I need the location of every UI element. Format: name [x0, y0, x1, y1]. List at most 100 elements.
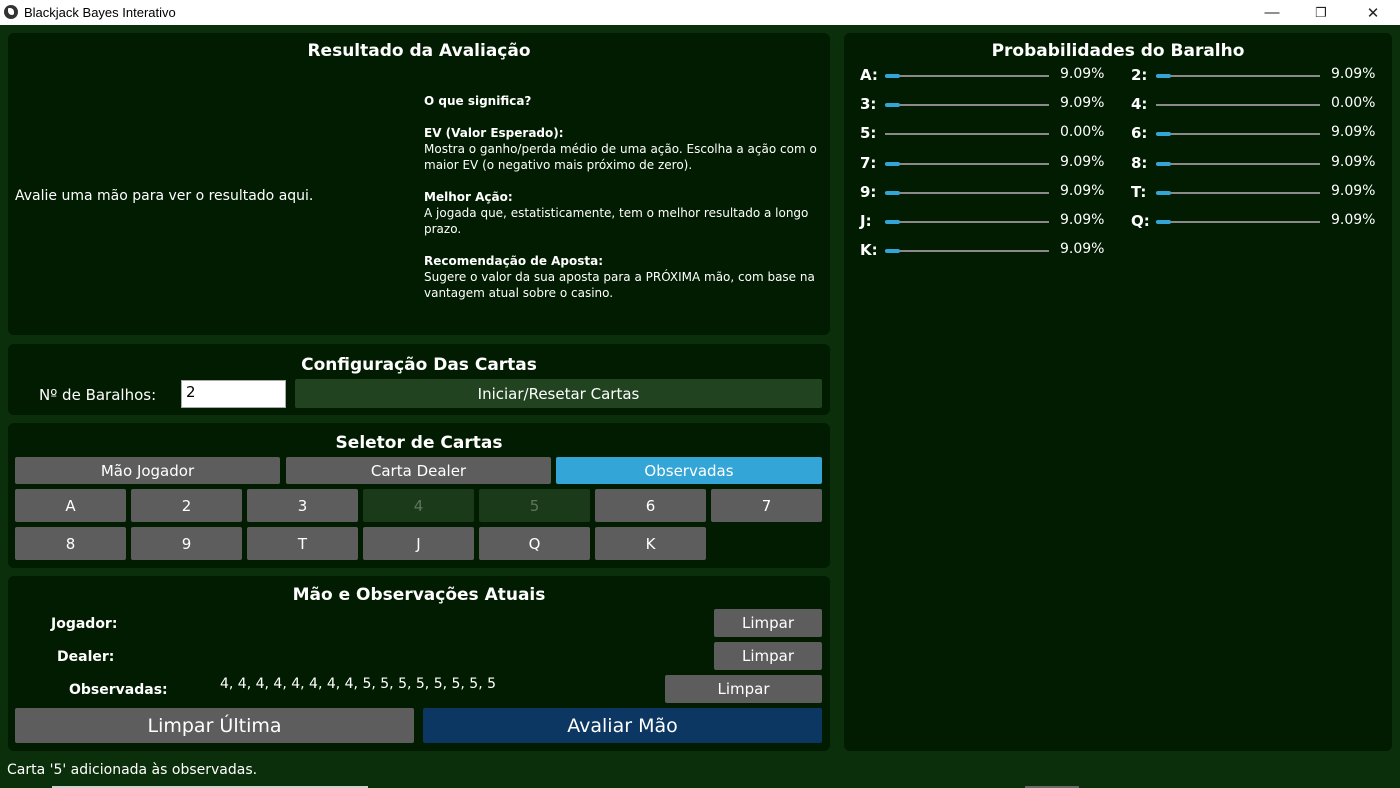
card-selector-panel: Seletor de Cartas Mão Jogador Carta Deal…	[8, 423, 830, 568]
reset-cards-button[interactable]: Iniciar/Resetar Cartas	[295, 379, 822, 408]
probability-bar	[1156, 190, 1320, 195]
probability-value: 9.09%	[1331, 124, 1376, 141]
ev-text: Mostra o ganho/perda médio de uma ação. …	[424, 142, 817, 172]
ev-title: EV (Valor Esperado):	[424, 126, 564, 140]
probability-value: 9.09%	[1060, 212, 1105, 228]
minimize-icon[interactable]: —	[1249, 0, 1295, 25]
card-button-2[interactable]: 2	[131, 489, 242, 522]
probability-row: Q: 9.09%	[1131, 212, 1391, 232]
probability-value: 0.00%	[1060, 124, 1105, 141]
probability-bar	[1156, 74, 1320, 78]
probability-bar	[885, 220, 1049, 224]
undo-last-button[interactable]: Limpar Última	[15, 708, 414, 743]
best-action-text: A jogada que, estatisticamente, tem o me…	[424, 206, 809, 236]
probability-card-label: K:	[860, 241, 878, 260]
observed-cards: 4, 4, 4, 4, 4, 4, 4, 4, 5, 5, 5, 5, 5, 5…	[220, 676, 497, 692]
card-button-7[interactable]: 7	[711, 489, 822, 522]
probability-value: 9.09%	[1060, 241, 1105, 258]
decks-input[interactable]: 2	[181, 380, 286, 408]
observed-label: Observadas:	[69, 682, 168, 698]
probability-card-label: T:	[1131, 182, 1147, 201]
hand-title: Mão e Observações Atuais	[292, 585, 546, 605]
bet-text: Sugere o valor da sua aposta para a PRÓX…	[424, 270, 815, 300]
probability-bar	[885, 190, 1049, 195]
dealer-label: Dealer:	[57, 649, 115, 665]
probability-card-label: 8:	[1131, 153, 1148, 172]
player-label: Jogador:	[51, 616, 118, 632]
probability-bar-fill	[885, 220, 900, 224]
probabilities-title: Probabilidades do Baralho	[991, 41, 1245, 61]
probability-bar	[1156, 161, 1320, 166]
probability-bar	[1156, 220, 1320, 224]
probability-value: 9.09%	[1331, 182, 1376, 199]
decks-label: Nº de Baralhos:	[39, 386, 157, 404]
card-button-a[interactable]: A	[15, 489, 126, 522]
probability-value: 9.09%	[1060, 66, 1105, 82]
card-button-4[interactable]: 4	[363, 489, 474, 522]
card-button-k[interactable]: K	[595, 527, 706, 560]
clear-dealer-button[interactable]: Limpar	[714, 642, 822, 670]
probability-row: 6: 9.09%	[1131, 124, 1391, 144]
close-icon[interactable]: ✕	[1350, 0, 1396, 25]
result-placeholder: Avalie uma mão para ver o resultado aqui…	[15, 188, 314, 204]
tab-observed[interactable]: Observadas	[556, 457, 822, 484]
probability-bar-fill	[885, 190, 900, 195]
probability-row: 4: 0.00%	[1131, 95, 1391, 115]
probability-bar-fill	[885, 103, 900, 108]
card-button-3[interactable]: 3	[247, 489, 358, 522]
selector-title: Seletor de Cartas	[335, 433, 503, 453]
clear-player-button[interactable]: Limpar	[714, 609, 822, 637]
probability-value: 9.09%	[1060, 153, 1105, 170]
probability-bar-fill	[1156, 190, 1171, 195]
bet-title: Recomendação de Aposta:	[424, 254, 604, 268]
help-text: O que significa? EV (Valor Esperado): Mo…	[424, 93, 819, 317]
probability-row: 7: 9.09%	[860, 154, 1120, 174]
probability-row: 5: 0.00%	[860, 124, 1120, 144]
probability-bar	[885, 74, 1049, 78]
clear-observed-button[interactable]: Limpar	[665, 675, 822, 703]
probability-row: J: 9.09%	[860, 212, 1120, 232]
probability-bar	[885, 161, 1049, 166]
probability-row: K: 9.09%	[860, 241, 1120, 261]
card-button-j[interactable]: J	[363, 527, 474, 560]
card-button-6[interactable]: 6	[595, 489, 706, 522]
probability-value: 9.09%	[1060, 182, 1105, 199]
probability-bar	[885, 133, 1049, 136]
probability-bar-fill	[1156, 132, 1171, 137]
probability-value: 9.09%	[1331, 66, 1376, 82]
status-message: Carta '5' adicionada às observadas.	[7, 762, 258, 778]
probability-bar-fill	[885, 161, 900, 166]
best-action-title: Melhor Ação:	[424, 190, 513, 204]
probability-row: T: 9.09%	[1131, 183, 1391, 203]
card-button-8[interactable]: 8	[15, 527, 126, 560]
probability-card-label: 5:	[860, 124, 877, 143]
probability-value: 9.09%	[1331, 153, 1376, 170]
probability-bar	[1156, 132, 1320, 137]
probability-card-label: 7:	[860, 153, 877, 172]
window-titlebar: Blackjack Bayes Interativo — ❐ ✕	[0, 0, 1400, 25]
window-title: Blackjack Bayes Interativo	[24, 5, 176, 20]
card-button-q[interactable]: Q	[479, 527, 590, 560]
probabilities-panel: Probabilidades do Baralho A: 9.09% 2: 9.09%…	[844, 33, 1392, 751]
config-panel: Configuração Das Cartas Nº de Baralhos: …	[8, 344, 830, 415]
probability-bar-fill	[885, 249, 900, 254]
probability-bar	[1156, 104, 1320, 107]
probability-bar	[885, 103, 1049, 108]
probability-row: 8: 9.09%	[1131, 154, 1391, 174]
probability-card-label: 9:	[860, 182, 877, 201]
best-action-section: Melhor Ação: A jogada que, estatisticame…	[424, 189, 819, 237]
probability-bar-fill	[1156, 220, 1171, 224]
evaluate-hand-button[interactable]: Avaliar Mão	[423, 708, 822, 743]
probability-bar-fill	[1156, 74, 1171, 78]
card-button-9[interactable]: 9	[131, 527, 242, 560]
restore-icon[interactable]: ❐	[1298, 0, 1344, 25]
card-button-5[interactable]: 5	[479, 489, 590, 522]
help-title: O que significa?	[424, 94, 532, 108]
hand-panel: Mão e Observações Atuais Jogador: Limpar…	[8, 576, 830, 751]
card-button-t[interactable]: T	[247, 527, 358, 560]
probability-bar	[885, 249, 1049, 254]
tab-dealer-card[interactable]: Carta Dealer	[286, 457, 551, 484]
probability-row: 9: 9.09%	[860, 183, 1120, 203]
result-title: Resultado da Avaliação	[307, 41, 531, 61]
tab-player-hand[interactable]: Mão Jogador	[15, 457, 280, 484]
